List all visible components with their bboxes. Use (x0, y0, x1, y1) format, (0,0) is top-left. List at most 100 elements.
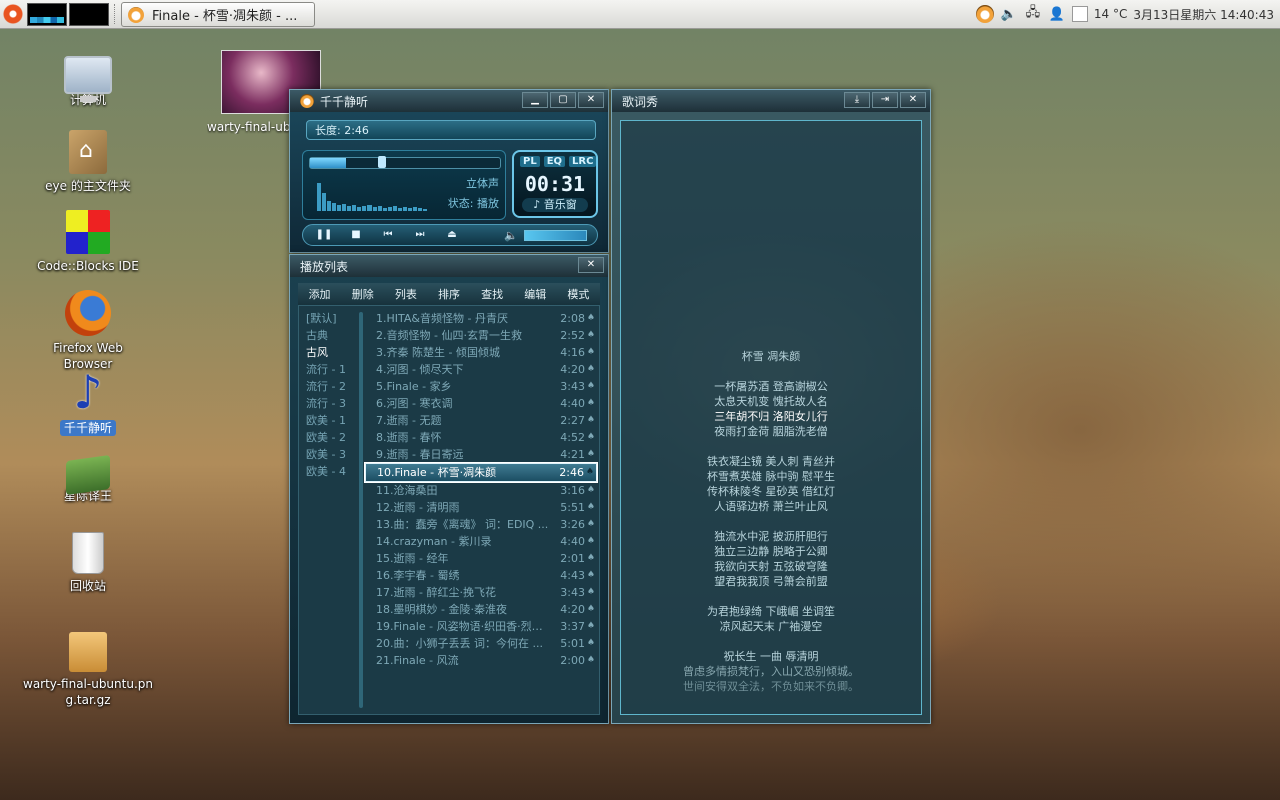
song-row[interactable]: 19.Finale - 风姿物语·织田香·烈焰... 3:37 ♠ (365, 618, 597, 635)
playlist-group-item[interactable]: 古风 (299, 344, 359, 361)
song-row[interactable]: 13.曲：蠢旁《离魂》 词：EDIQ ... 3:26 ♠ (365, 516, 597, 533)
menu-find[interactable]: 查找 (481, 286, 503, 302)
menu-list[interactable]: 列表 (395, 286, 417, 302)
lyrics-window: 歌词秀 ⤓ ⇥ ✕ 杯雪 凋朱颜 一杯屠苏酒 登高谢椒公 太息天机变 愧托故人名 三年… (611, 89, 931, 724)
ubuntu-menu-icon[interactable] (3, 4, 23, 24)
song-row[interactable]: 9.逝雨 - 春日寄远 4:21 ♠ (365, 446, 597, 463)
playlist-group-item[interactable]: 流行 - 2 (299, 378, 359, 395)
playlist-group-item[interactable]: 古典 (299, 327, 359, 344)
taskbar-window-button[interactable]: Finale - 杯雪·凋朱颜 - ... (121, 2, 315, 27)
lyrics-pane[interactable]: 杯雪 凋朱颜 一杯屠苏酒 登高谢椒公 太息天机变 愧托故人名 三年胡不归 洛阳女儿行夜… (620, 120, 922, 715)
playlist-titlebar[interactable]: 播放列表 ✕ (290, 255, 608, 277)
next-button[interactable]: ⏭ (409, 227, 431, 243)
playlist-splitter[interactable] (359, 312, 363, 708)
home-folder-icon (69, 130, 107, 174)
playlist-group-item[interactable]: 欧美 - 3 (299, 446, 359, 463)
spectrum-visualizer[interactable] (317, 181, 428, 211)
desktop-icon-codeblocks[interactable]: Code::Blocks IDE (28, 210, 148, 274)
playlist-group-item[interactable]: [默认] (299, 310, 359, 327)
previous-button[interactable]: ⏮ (377, 227, 399, 243)
song-marker-icon: ♠ (586, 432, 595, 442)
memory-monitor-applet[interactable] (69, 3, 109, 26)
pause-button[interactable]: ❚❚ (313, 227, 335, 243)
qianqian-logo-icon (300, 94, 314, 108)
desktop-icon-home-folder[interactable]: eye 的主文件夹 (28, 130, 148, 194)
close-button[interactable]: ✕ (578, 92, 604, 108)
desktop-icon-firefox[interactable]: Firefox Web Browser (28, 290, 148, 372)
lyrics-pin-button[interactable]: ⇥ (872, 92, 898, 108)
playlist-group-item[interactable]: 欧美 - 2 (299, 429, 359, 446)
cpu-monitor-applet[interactable] (27, 3, 67, 26)
spectrum-bar (327, 201, 332, 211)
menu-edit[interactable]: 编辑 (524, 286, 546, 302)
desktop-icon-stardict[interactable]: 星际译王 (28, 450, 148, 504)
lyrics-close-button[interactable]: ✕ (900, 92, 926, 108)
song-row[interactable]: 15.逝雨 - 经年 2:01 ♠ (365, 550, 597, 567)
song-row[interactable]: 3.齐秦 陈楚生 - 倾国倾城 4:16 ♠ (365, 344, 597, 361)
seek-bar-knob[interactable] (378, 156, 387, 168)
eject-button[interactable]: ⏏ (441, 227, 463, 243)
volume-icon[interactable]: 🔈 (1000, 5, 1018, 23)
desktop-icon-qianqian[interactable]: ♪ 千千静听 (28, 368, 148, 436)
song-row[interactable]: 18.墨明棋妙 - 金陵·秦淮夜 4:20 ♠ (365, 601, 597, 618)
speaker-icon[interactable]: 🔈 (504, 229, 518, 242)
playlist-group-item[interactable]: 欧美 - 1 (299, 412, 359, 429)
lyrics-toggle-button[interactable]: LRC (569, 156, 597, 167)
lyric-line: 铁衣凝尘镜 美人刺 青丝并 (707, 455, 835, 468)
song-row[interactable]: 21.Finale - 风流 2:00 ♠ (365, 652, 597, 669)
playlist-group-item[interactable]: 流行 - 3 (299, 395, 359, 412)
equalizer-toggle-button[interactable]: EQ (543, 156, 566, 167)
song-row[interactable]: 17.逝雨 - 醉红尘·挽飞花 3:43 ♠ (365, 584, 597, 601)
seek-bar[interactable] (309, 156, 501, 169)
thumbnail-label[interactable]: warty-final-ubuntu (207, 120, 289, 134)
lyric-line: 夜雨打金荷 胭脂洗老僧 (714, 425, 828, 438)
player-titlebar[interactable]: 千千静听 ▁ ▢ ✕ (290, 90, 608, 112)
desktop-icon-archive[interactable]: warty-final-ubuntu.png.tar.gz (18, 632, 158, 708)
song-row[interactable]: 11.沧海桑田 3:16 ♠ (365, 482, 597, 499)
song-row[interactable]: 2.音频怪物 - 仙四·玄霄一生救 2:52 ♠ (365, 327, 597, 344)
archive-icon (69, 632, 107, 672)
song-title: 3.齐秦 陈楚生 - 倾国倾城 (376, 346, 500, 359)
playlist-group-item[interactable]: 欧美 - 4 (299, 463, 359, 480)
playlist-toggle-button[interactable]: PL (520, 156, 540, 167)
song-row[interactable]: 14.crazyman - 紫川录 4:40 ♠ (365, 533, 597, 550)
playlist-close-button[interactable]: ✕ (578, 257, 604, 273)
lyrics-titlebar[interactable]: 歌词秀 ⤓ ⇥ ✕ (612, 90, 930, 112)
stop-button[interactable]: ■ (345, 227, 367, 243)
song-row[interactable]: 6.河图 - 寒衣调 4:40 ♠ (365, 395, 597, 412)
qianqian-tray-icon[interactable] (975, 5, 994, 23)
volume-slider[interactable] (524, 229, 587, 241)
minimize-button[interactable]: ▁ (522, 92, 548, 108)
user-switcher-icon[interactable]: 👤 (1048, 5, 1066, 23)
song-duration: 5:51 (560, 501, 585, 514)
song-row[interactable]: 7.逝雨 - 无题 2:27 ♠ (365, 412, 597, 429)
temperature-label[interactable]: 14 °C (1094, 7, 1127, 21)
song-row-current[interactable]: 10.Finale - 杯雪·凋朱颜 2:46 ♠ (364, 462, 598, 483)
menu-sort[interactable]: 排序 (438, 286, 460, 302)
menu-mode[interactable]: 模式 (567, 286, 589, 302)
mini-mode-button[interactable]: ▢ (550, 92, 576, 108)
music-window-button[interactable]: ♪ 音乐窗 (522, 198, 588, 212)
network-icon[interactable]: 🖧 (1024, 5, 1042, 23)
weather-icon[interactable] (1071, 6, 1088, 22)
song-row[interactable]: 20.曲：小狮子丢丢 词：今何在 ... 5:01 ♠ (365, 635, 597, 652)
song-duration: 3:26 (560, 518, 585, 531)
clock-label[interactable]: 3月13日星期六 14:40:43 (1133, 6, 1274, 23)
elapsed-time[interactable]: 00:31 (514, 172, 596, 196)
song-row[interactable]: 16.李宇春 - 蜀绣 4:43 ♠ (365, 567, 597, 584)
song-title: 4.河图 - 倾尽天下 (376, 363, 464, 376)
menu-add[interactable]: 添加 (309, 286, 331, 302)
desktop-icon-computer[interactable]: 计算机 (28, 50, 148, 108)
song-row[interactable]: 8.逝雨 - 春怀 4:52 ♠ (365, 429, 597, 446)
lyrics-download-button[interactable]: ⤓ (844, 92, 870, 108)
menu-delete[interactable]: 删除 (352, 286, 374, 302)
song-row[interactable]: 4.河图 - 倾尽天下 4:20 ♠ (365, 361, 597, 378)
desktop-icon-trash[interactable]: 回收站 (28, 532, 148, 594)
song-row[interactable]: 12.逝雨 - 清明雨 5:51 ♠ (365, 499, 597, 516)
playlist-group-item[interactable]: 流行 - 1 (299, 361, 359, 378)
song-list: 1.HITA&音频怪物 - 丹青厌 2:08 ♠ 2.音频怪物 - 仙四·玄霄一生救 2… (364, 310, 598, 714)
song-row[interactable]: 5.Finale - 家乡 3:43 ♠ (365, 378, 597, 395)
spectrum-bar (337, 205, 342, 211)
song-row[interactable]: 1.HITA&音频怪物 - 丹青厌 2:08 ♠ (365, 310, 597, 327)
song-title: 14.crazyman - 紫川录 (376, 535, 492, 548)
